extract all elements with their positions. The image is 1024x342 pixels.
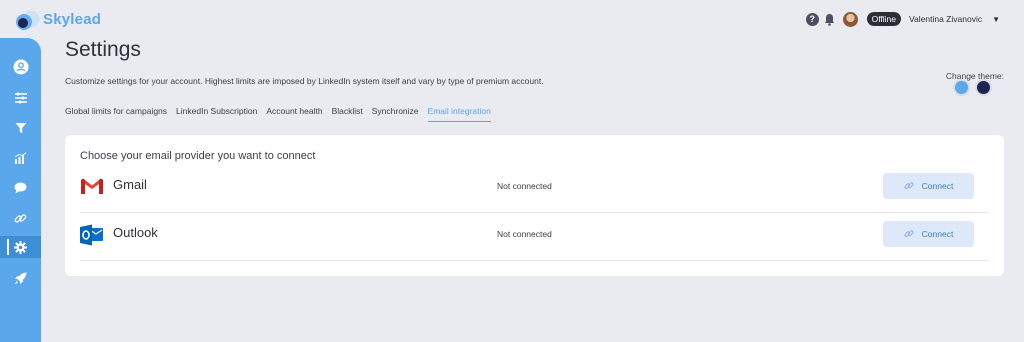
status-badge[interactable]: Offline xyxy=(866,12,901,26)
chevron-down-icon[interactable]: ▼ xyxy=(992,15,1000,24)
connect-outlook-button[interactable]: Connect xyxy=(883,221,974,247)
settings-tabs: Global limits for campaigns LinkedIn Sub… xyxy=(65,106,491,122)
provider-name: Outlook xyxy=(113,225,158,240)
connect-gmail-button[interactable]: Connect xyxy=(883,173,974,199)
sidebar-item-launch[interactable] xyxy=(0,267,41,289)
provider-row-gmail: Gmail Not connected Connect xyxy=(80,166,988,213)
chat-icon xyxy=(14,182,27,194)
tab-email-integration[interactable]: Email integration xyxy=(427,106,491,122)
sidebar xyxy=(0,38,41,342)
user-icon xyxy=(13,59,28,75)
bell-icon[interactable] xyxy=(824,13,836,26)
tab-synchronize[interactable]: Synchronize xyxy=(372,106,419,122)
sliders-icon xyxy=(14,92,27,104)
help-icon[interactable]: ? xyxy=(805,12,819,26)
user-name[interactable]: Valentina Zivanovic xyxy=(909,14,982,24)
tab-blacklist[interactable]: Blacklist xyxy=(332,106,363,122)
sidebar-item-inbox[interactable] xyxy=(0,177,41,199)
page-description: Customize settings for your account. Hig… xyxy=(65,76,544,86)
tab-linkedin-subscription[interactable]: LinkedIn Subscription xyxy=(176,106,257,122)
tab-global-limits[interactable]: Global limits for campaigns xyxy=(65,106,167,122)
sidebar-item-profile[interactable] xyxy=(0,56,41,78)
connection-status: Not connected xyxy=(497,229,552,239)
app-name[interactable]: Skylead xyxy=(43,11,101,28)
sidebar-item-integrations[interactable] xyxy=(0,207,41,229)
connection-status: Not connected xyxy=(497,181,552,191)
email-integration-card: Choose your email provider you want to c… xyxy=(65,135,1004,276)
gmail-icon xyxy=(80,176,104,196)
avatar[interactable] xyxy=(842,11,858,27)
sidebar-item-settings[interactable] xyxy=(0,236,41,258)
link-icon xyxy=(904,182,914,190)
chart-icon xyxy=(14,152,27,164)
provider-name: Gmail xyxy=(113,177,147,192)
theme-label: Change theme: xyxy=(945,71,1004,81)
funnel-icon xyxy=(15,123,26,133)
theme-light-button[interactable] xyxy=(955,81,968,94)
link-icon xyxy=(14,213,27,223)
gear-icon xyxy=(14,240,27,254)
theme-dark-button[interactable] xyxy=(977,81,990,94)
sidebar-item-campaigns[interactable] xyxy=(0,87,41,109)
outlook-icon xyxy=(80,224,104,246)
card-title: Choose your email provider you want to c… xyxy=(80,150,316,162)
provider-row-outlook: Outlook Not connected Connect xyxy=(80,214,988,261)
rocket-icon xyxy=(14,272,27,284)
skylead-logo-icon[interactable] xyxy=(14,8,42,32)
connect-label: Connect xyxy=(921,229,954,239)
sidebar-item-statistics[interactable] xyxy=(0,147,41,169)
header-actions: ? Offline Valentina Zivanovic ▼ xyxy=(805,10,1000,28)
tab-account-health[interactable]: Account health xyxy=(266,106,322,122)
top-bar: Skylead ? Offline Valentina Zivanovic ▼ xyxy=(0,0,1024,38)
sidebar-item-filters[interactable] xyxy=(0,117,41,139)
page-title: Settings xyxy=(65,38,141,61)
link-icon xyxy=(904,230,914,238)
connect-label: Connect xyxy=(921,181,954,191)
